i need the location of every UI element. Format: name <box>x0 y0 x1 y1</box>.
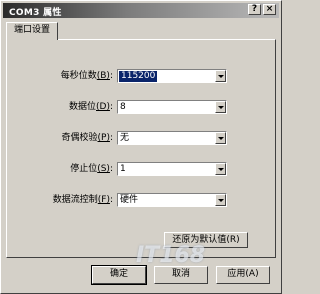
help-button[interactable]: ? <box>248 4 261 15</box>
bits-per-second-label: 每秒位数(B): <box>60 71 113 81</box>
parity-value: 无 <box>120 133 130 143</box>
chevron-down-icon[interactable] <box>215 101 226 113</box>
stop-bits-select[interactable]: 1 <box>117 162 227 176</box>
port-settings-panel: 每秒位数(B): 115200 数据位(D): 8 奇偶校验(P): 无 停止位… <box>6 39 276 258</box>
stop-bits-value: 1 <box>120 164 126 174</box>
data-bits-value: 8 <box>120 102 126 112</box>
data-bits-label: 数据位(D): <box>68 102 113 112</box>
close-button[interactable]: × <box>263 4 276 15</box>
flow-control-value: 硬件 <box>120 195 139 205</box>
restore-defaults-button[interactable]: 还原为默认值(R) <box>164 232 248 248</box>
stop-bits-label: 停止位(S): <box>70 164 113 174</box>
window-title: COM3 属性 <box>9 8 62 18</box>
parity-label: 奇偶校验(P): <box>61 133 113 143</box>
ok-button[interactable]: 确定 <box>91 265 147 285</box>
flow-control-select[interactable]: 硬件 <box>117 193 227 207</box>
parity-select[interactable]: 无 <box>117 131 227 145</box>
title-bar[interactable]: COM3 属性 ? × <box>3 3 279 18</box>
chevron-down-icon[interactable] <box>215 194 226 206</box>
cancel-button[interactable]: 取消 <box>154 266 208 284</box>
chevron-down-icon[interactable] <box>215 70 226 82</box>
flow-control-label: 数据流控制(F): <box>52 195 113 205</box>
chevron-down-icon[interactable] <box>215 132 226 144</box>
bits-per-second-value: 115200 <box>119 71 158 82</box>
apply-button[interactable]: 应用(A) <box>216 266 270 284</box>
properties-dialog: COM3 属性 ? × 端口设置 每秒位数(B): 115200 数据位(D):… <box>0 0 282 294</box>
bits-per-second-select[interactable]: 115200 <box>117 69 227 83</box>
chevron-down-icon[interactable] <box>215 163 226 175</box>
tab-port-settings[interactable]: 端口设置 <box>6 22 58 40</box>
data-bits-select[interactable]: 8 <box>117 100 227 114</box>
